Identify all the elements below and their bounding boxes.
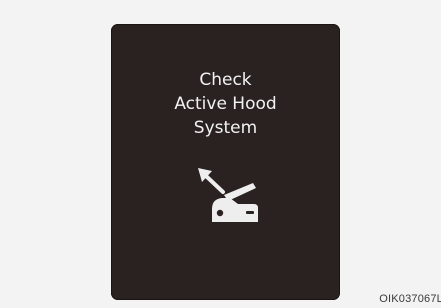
cluster-display-panel: Check Active Hood System [111, 24, 340, 300]
figure-code-label: OIK037067L [379, 293, 441, 305]
warning-message-line-3: System [193, 118, 258, 138]
active-hood-warning-icon [198, 168, 258, 222]
warning-message-line-2: Active Hood [174, 94, 277, 114]
warning-message-line-1: Check [199, 70, 252, 90]
warning-message: Check Active Hood System [111, 68, 340, 140]
